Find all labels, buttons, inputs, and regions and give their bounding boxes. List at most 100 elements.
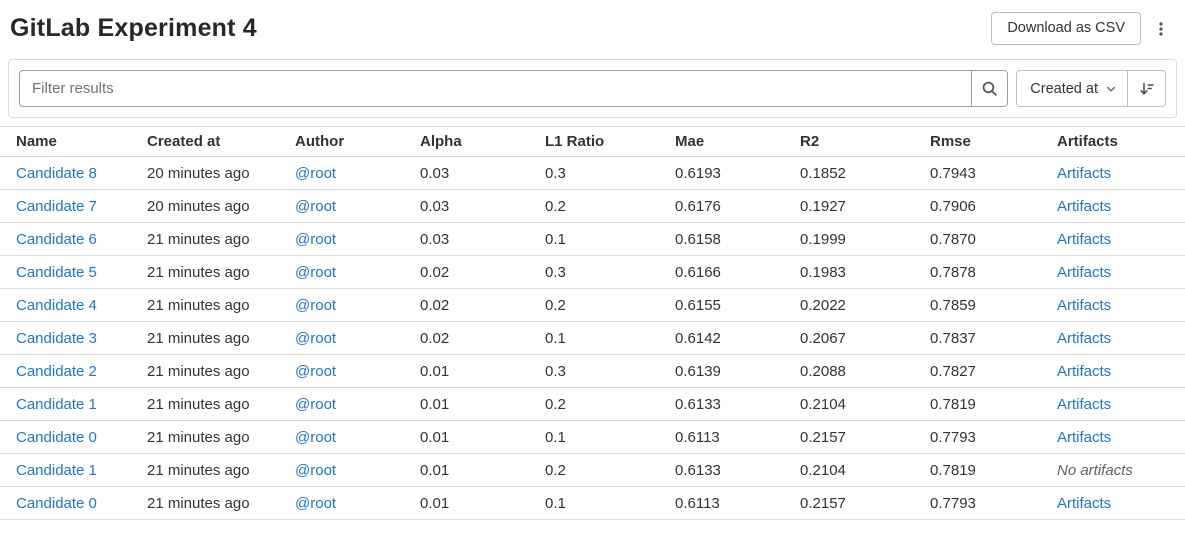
candidates-table: Name Created at Author Alpha L1 Ratio Ma…: [0, 126, 1185, 520]
sort-direction-button[interactable]: [1128, 70, 1166, 107]
table-row: Candidate 6 21 minutes ago @root 0.03 0.…: [0, 223, 1185, 256]
cell-created-at: 21 minutes ago: [147, 223, 295, 256]
chevron-down-icon: [1105, 83, 1117, 95]
table-row: Candidate 7 20 minutes ago @root 0.03 0.…: [0, 190, 1185, 223]
cell-r2: 0.2067: [800, 322, 930, 355]
cell-name: Candidate 3: [0, 322, 147, 355]
author-link[interactable]: @root: [295, 264, 336, 281]
author-link[interactable]: @root: [295, 462, 336, 479]
artifacts-link[interactable]: Artifacts: [1057, 495, 1111, 512]
sort-field-dropdown[interactable]: Created at: [1016, 70, 1128, 107]
cell-alpha: 0.02: [420, 322, 545, 355]
cell-author: @root: [295, 322, 420, 355]
sort-field-label: Created at: [1030, 81, 1098, 97]
cell-rmse: 0.7859: [930, 289, 1057, 322]
col-header-r2: R2: [800, 127, 930, 157]
cell-alpha: 0.01: [420, 454, 545, 487]
artifacts-link[interactable]: Artifacts: [1057, 264, 1111, 281]
cell-rmse: 0.7837: [930, 322, 1057, 355]
candidate-link[interactable]: Candidate 0: [16, 495, 97, 512]
cell-name: Candidate 2: [0, 355, 147, 388]
candidate-link[interactable]: Candidate 0: [16, 429, 97, 446]
cell-r2: 0.1852: [800, 157, 930, 190]
cell-l1-ratio: 0.2: [545, 190, 675, 223]
cell-r2: 0.2157: [800, 487, 930, 520]
cell-mae: 0.6193: [675, 157, 800, 190]
artifacts-link[interactable]: Artifacts: [1057, 429, 1111, 446]
cell-name: Candidate 0: [0, 487, 147, 520]
author-link[interactable]: @root: [295, 363, 336, 380]
artifacts-link[interactable]: Artifacts: [1057, 231, 1111, 248]
col-header-l1-ratio: L1 Ratio: [545, 127, 675, 157]
artifacts-link[interactable]: Artifacts: [1057, 165, 1111, 182]
author-link[interactable]: @root: [295, 231, 336, 248]
cell-mae: 0.6155: [675, 289, 800, 322]
col-header-mae: Mae: [675, 127, 800, 157]
col-header-name: Name: [0, 127, 147, 157]
author-link[interactable]: @root: [295, 330, 336, 347]
author-link[interactable]: @root: [295, 396, 336, 413]
author-link[interactable]: @root: [295, 429, 336, 446]
candidate-link[interactable]: Candidate 1: [16, 462, 97, 479]
artifacts-link[interactable]: Artifacts: [1057, 363, 1111, 380]
table-row: Candidate 3 21 minutes ago @root 0.02 0.…: [0, 322, 1185, 355]
cell-artifacts: Artifacts: [1057, 487, 1185, 520]
filter-input[interactable]: [19, 70, 971, 107]
cell-author: @root: [295, 388, 420, 421]
candidate-link[interactable]: Candidate 6: [16, 231, 97, 248]
author-link[interactable]: @root: [295, 495, 336, 512]
cell-l1-ratio: 0.2: [545, 289, 675, 322]
cell-rmse: 0.7906: [930, 190, 1057, 223]
cell-name: Candidate 5: [0, 256, 147, 289]
cell-l1-ratio: 0.3: [545, 355, 675, 388]
cell-created-at: 21 minutes ago: [147, 421, 295, 454]
cell-mae: 0.6133: [675, 388, 800, 421]
cell-artifacts: Artifacts: [1057, 322, 1185, 355]
candidate-link[interactable]: Candidate 7: [16, 198, 97, 215]
author-link[interactable]: @root: [295, 198, 336, 215]
cell-mae: 0.6139: [675, 355, 800, 388]
cell-artifacts: Artifacts: [1057, 388, 1185, 421]
artifacts-link[interactable]: Artifacts: [1057, 198, 1111, 215]
cell-r2: 0.2022: [800, 289, 930, 322]
cell-created-at: 21 minutes ago: [147, 388, 295, 421]
table-header-row: Name Created at Author Alpha L1 Ratio Ma…: [0, 127, 1185, 157]
author-link[interactable]: @root: [295, 165, 336, 182]
candidate-link[interactable]: Candidate 1: [16, 396, 97, 413]
cell-author: @root: [295, 190, 420, 223]
cell-alpha: 0.01: [420, 355, 545, 388]
cell-r2: 0.1927: [800, 190, 930, 223]
vertical-ellipsis-icon: [1153, 21, 1169, 37]
cell-author: @root: [295, 421, 420, 454]
candidate-link[interactable]: Candidate 5: [16, 264, 97, 281]
cell-created-at: 20 minutes ago: [147, 190, 295, 223]
cell-rmse: 0.7819: [930, 388, 1057, 421]
search-button[interactable]: [971, 70, 1008, 107]
artifacts-link[interactable]: Artifacts: [1057, 330, 1111, 347]
cell-l1-ratio: 0.1: [545, 223, 675, 256]
cell-rmse: 0.7793: [930, 421, 1057, 454]
artifacts-link[interactable]: Artifacts: [1057, 396, 1111, 413]
cell-mae: 0.6133: [675, 454, 800, 487]
candidate-link[interactable]: Candidate 2: [16, 363, 97, 380]
cell-l1-ratio: 0.3: [545, 157, 675, 190]
cell-rmse: 0.7870: [930, 223, 1057, 256]
cell-created-at: 21 minutes ago: [147, 454, 295, 487]
candidate-link[interactable]: Candidate 3: [16, 330, 97, 347]
candidate-link[interactable]: Candidate 8: [16, 165, 97, 182]
cell-artifacts: Artifacts: [1057, 421, 1185, 454]
author-link[interactable]: @root: [295, 297, 336, 314]
cell-artifacts: Artifacts: [1057, 256, 1185, 289]
cell-alpha: 0.03: [420, 190, 545, 223]
table-row: Candidate 0 21 minutes ago @root 0.01 0.…: [0, 421, 1185, 454]
cell-r2: 0.1983: [800, 256, 930, 289]
download-csv-button[interactable]: Download as CSV: [991, 12, 1141, 45]
more-actions-button[interactable]: [1147, 17, 1175, 41]
artifacts-link[interactable]: Artifacts: [1057, 297, 1111, 314]
cell-l1-ratio: 0.3: [545, 256, 675, 289]
cell-mae: 0.6158: [675, 223, 800, 256]
table-row: Candidate 5 21 minutes ago @root 0.02 0.…: [0, 256, 1185, 289]
cell-rmse: 0.7878: [930, 256, 1057, 289]
cell-created-at: 21 minutes ago: [147, 289, 295, 322]
candidate-link[interactable]: Candidate 4: [16, 297, 97, 314]
